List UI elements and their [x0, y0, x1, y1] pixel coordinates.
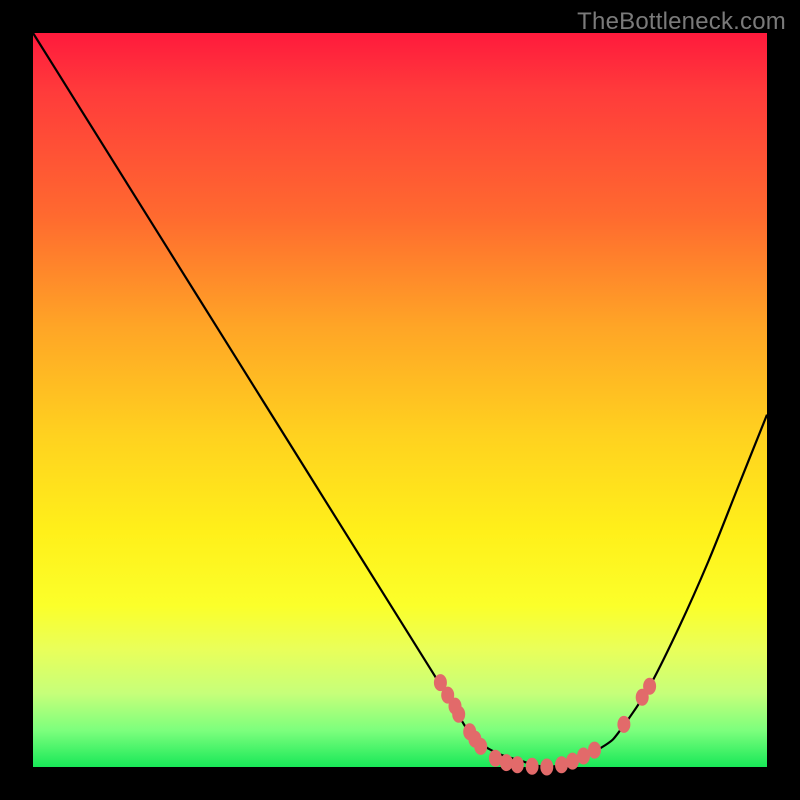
bottleneck-chart — [33, 33, 767, 767]
sample-points — [434, 674, 656, 775]
bottleneck-curve — [33, 33, 767, 767]
sample-point — [617, 716, 630, 733]
page-frame: TheBottleneck.com — [0, 0, 800, 800]
sample-point — [555, 756, 568, 773]
sample-point — [511, 756, 524, 773]
sample-point — [452, 706, 465, 723]
sample-point — [643, 678, 656, 695]
sample-point — [526, 758, 539, 775]
sample-point — [500, 754, 513, 771]
sample-point — [540, 759, 553, 776]
sample-point — [588, 742, 601, 759]
chart-plot-area — [33, 33, 767, 767]
sample-point — [474, 738, 487, 755]
sample-point — [489, 750, 502, 767]
watermark-text: TheBottleneck.com — [577, 8, 786, 36]
